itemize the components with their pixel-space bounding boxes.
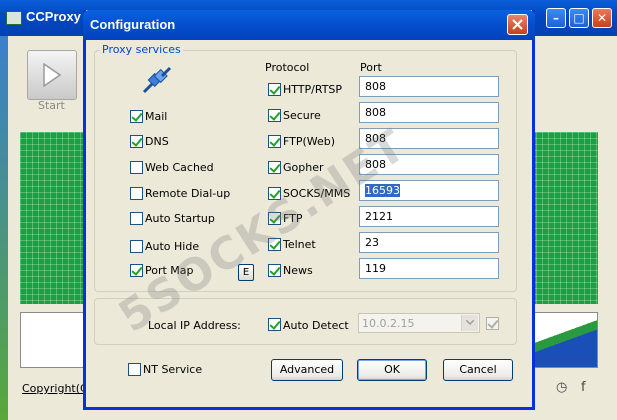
mail-checkbox[interactable] <box>130 110 143 123</box>
telnet-port-input[interactable]: 23 <box>359 232 499 253</box>
http-port-input[interactable]: 808 <box>359 76 499 97</box>
gopher-label: Gopher <box>283 161 324 174</box>
secure-label: Secure <box>283 109 321 122</box>
auto-detect-checkbox[interactable] <box>268 318 281 331</box>
socks-mms-checkbox[interactable] <box>268 187 281 200</box>
auto-startup-label: Auto Startup <box>145 212 215 225</box>
http-rtsp-label: HTTP/RTSP <box>283 83 343 96</box>
local-ip-select[interactable]: 10.0.2.15 <box>358 313 480 333</box>
socks-port-input[interactable]: 16593 <box>359 180 499 201</box>
auto-hide-checkbox[interactable] <box>130 240 143 253</box>
protocol-header: Protocol <box>265 61 310 74</box>
local-ip-value: 10.0.2.15 <box>362 317 415 330</box>
main-window-title: CCProxy <box>26 9 81 24</box>
clock-icon[interactable]: ◷ <box>556 380 567 395</box>
web-cached-label: Web Cached <box>145 161 214 174</box>
auto-detect-label: Auto Detect <box>283 319 349 332</box>
close-main-button[interactable]: ✕ <box>592 8 612 28</box>
mail-label: Mail <box>145 110 168 123</box>
dns-checkbox[interactable] <box>130 135 143 148</box>
local-ip-lock-checkbox[interactable] <box>486 317 499 330</box>
start-button[interactable] <box>27 50 77 100</box>
ftp-web-port-input[interactable]: 808 <box>359 128 499 149</box>
gopher-port-input[interactable]: 808 <box>359 154 499 175</box>
web-cached-checkbox[interactable] <box>130 161 143 174</box>
proxy-services-title: Proxy services <box>100 43 183 56</box>
news-port-input[interactable]: 119 <box>359 258 499 279</box>
port-map-label: Port Map <box>145 264 194 277</box>
dns-label: DNS <box>145 135 169 148</box>
auto-hide-label: Auto Hide <box>145 240 200 253</box>
remote-dialup-label: Remote Dial-up <box>145 187 231 200</box>
ftp-checkbox[interactable] <box>268 212 281 225</box>
advanced-button[interactable]: Advanced <box>271 359 343 381</box>
network-plug-icon <box>142 66 172 94</box>
http-rtsp-checkbox[interactable] <box>268 83 281 96</box>
banner-image <box>530 312 598 368</box>
telnet-label: Telnet <box>283 238 316 251</box>
ftp-port-input[interactable]: 2121 <box>359 206 499 227</box>
minimize-button[interactable]: – <box>546 8 566 28</box>
nt-service-checkbox[interactable] <box>128 363 141 376</box>
traffic-graph-right <box>530 132 598 304</box>
cancel-button[interactable]: Cancel <box>443 359 513 381</box>
ftp-web-checkbox[interactable] <box>268 135 281 148</box>
close-icon <box>512 19 523 30</box>
secure-port-input[interactable]: 808 <box>359 102 499 123</box>
remote-dialup-checkbox[interactable] <box>130 187 143 200</box>
port-header: Port <box>360 61 382 74</box>
news-label: News <box>283 264 313 277</box>
facebook-icon[interactable]: f <box>581 380 586 395</box>
start-label: Start <box>38 99 65 112</box>
traffic-graph-left <box>20 132 86 304</box>
dialog-close-button[interactable] <box>507 14 528 35</box>
ok-button[interactable]: OK <box>357 359 427 381</box>
play-icon <box>43 63 62 87</box>
dialog-title: Configuration <box>90 17 176 32</box>
socks-port-selected-text: 16593 <box>365 184 400 197</box>
gopher-checkbox[interactable] <box>268 161 281 174</box>
telnet-checkbox[interactable] <box>268 238 281 251</box>
ftp-label: FTP <box>283 212 303 225</box>
chevron-down-icon[interactable] <box>461 315 478 331</box>
nt-service-label: NT Service <box>143 363 203 376</box>
port-map-checkbox[interactable] <box>130 264 143 277</box>
auto-startup-checkbox[interactable] <box>130 212 143 225</box>
app-icon <box>6 11 22 25</box>
secure-checkbox[interactable] <box>268 109 281 122</box>
news-checkbox[interactable] <box>268 264 281 277</box>
copyright-link[interactable]: Copyright(C) <box>22 382 92 395</box>
local-ip-label: Local IP Address: <box>148 319 241 332</box>
socks-mms-label: SOCKS/MMS <box>283 187 351 200</box>
maximize-button[interactable]: □ <box>569 8 589 28</box>
ftp-web-label: FTP(Web) <box>283 135 336 148</box>
port-map-edit-button[interactable]: E <box>238 264 254 281</box>
desktop-edge <box>0 36 8 420</box>
log-panel <box>20 312 86 368</box>
dialog-title-bar[interactable]: Configuration <box>83 10 535 40</box>
